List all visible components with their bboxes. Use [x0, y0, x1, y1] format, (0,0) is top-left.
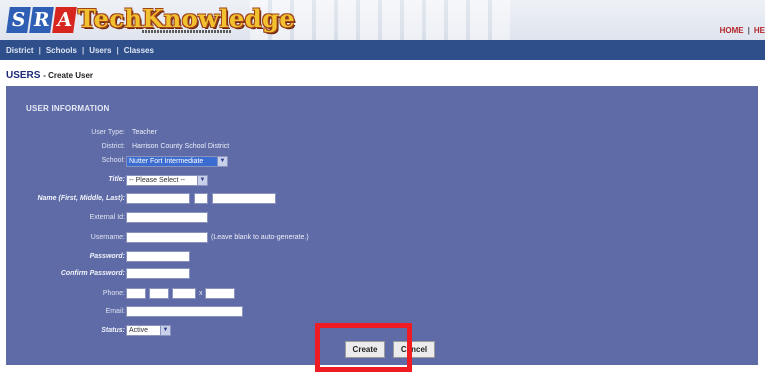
top-links: HOME | HE — [719, 26, 765, 35]
confirm-password-label: Confirm Password: — [60, 270, 125, 277]
school-select-value: Nutter Fort Intermediate — [129, 158, 204, 165]
first-name-input[interactable] — [126, 193, 190, 204]
nav-district[interactable]: District — [6, 46, 34, 55]
title-select-value: -- Please Select -- — [129, 177, 186, 184]
middle-name-input[interactable] — [194, 193, 208, 204]
status-label: Status: — [101, 327, 125, 334]
title-label: Title: — [108, 176, 125, 183]
phone-extension-input[interactable] — [205, 288, 235, 299]
section-heading: USER INFORMATION — [26, 104, 110, 113]
external-id-label: External Id: — [89, 214, 125, 221]
logo-letter-s: S — [6, 7, 31, 33]
highlight-annotation-box — [315, 323, 412, 372]
chevron-down-icon: ▼ — [160, 326, 170, 335]
page-title-main: USERS — [6, 70, 41, 81]
status-select[interactable]: Active ▼ — [126, 325, 171, 336]
nav-separator: | — [116, 45, 119, 55]
external-id-input[interactable] — [126, 212, 208, 223]
name-label: Name (First, Middle, Last): — [37, 195, 125, 202]
page-title: USERS - Create User — [6, 70, 93, 81]
password-input[interactable] — [126, 251, 190, 262]
chevron-down-icon: ▼ — [217, 157, 227, 166]
sra-logo: S R A — [6, 7, 77, 33]
phone-line-input[interactable] — [172, 288, 196, 299]
techknowledge-logo: TechKnowledge — [78, 4, 296, 33]
district-label: District: — [101, 143, 125, 150]
nav-classes[interactable]: Classes — [124, 46, 154, 55]
status-select-value: Active — [129, 327, 149, 334]
confirm-password-input[interactable] — [126, 268, 190, 279]
username-hint: (Leave blank to auto-generate.) — [211, 234, 309, 241]
district-value: Harrison County School District — [132, 143, 230, 150]
username-label: Username: — [90, 234, 125, 241]
password-label: Password: — [89, 253, 125, 260]
phone-label: Phone: — [102, 290, 125, 297]
phone-prefix-input[interactable] — [149, 288, 169, 299]
last-name-input[interactable] — [212, 193, 276, 204]
email-input[interactable] — [126, 306, 243, 317]
email-label: Email: — [105, 308, 125, 315]
page-subtitle: - Create User — [43, 71, 94, 80]
nav-bar: District | Schools | Users | Classes — [0, 40, 765, 60]
header-banner: S R A TechKnowledge HOME | HE — [0, 0, 765, 40]
logo-tagline — [142, 30, 232, 33]
user-type-value: Teacher — [132, 129, 157, 136]
home-link[interactable]: HOME — [720, 26, 744, 35]
nav-separator: | — [81, 45, 85, 55]
nav-schools[interactable]: Schools — [46, 46, 77, 55]
username-input[interactable] — [126, 232, 208, 243]
help-link[interactable]: HE — [754, 26, 765, 35]
chevron-down-icon: ▼ — [197, 176, 207, 185]
school-label: School: — [101, 157, 125, 164]
logo-letter-r: R — [29, 7, 54, 33]
nav-separator: | — [38, 45, 41, 55]
title-select[interactable]: -- Please Select -- ▼ — [126, 175, 208, 186]
logo-letter-a: A — [52, 7, 77, 33]
phone-extension-marker: x — [199, 290, 203, 297]
user-type-label: User Type: — [91, 129, 125, 136]
phone-area-code-input[interactable] — [126, 288, 146, 299]
nav-users[interactable]: Users — [89, 46, 111, 55]
school-select[interactable]: Nutter Fort Intermediate ▼ — [126, 156, 228, 167]
